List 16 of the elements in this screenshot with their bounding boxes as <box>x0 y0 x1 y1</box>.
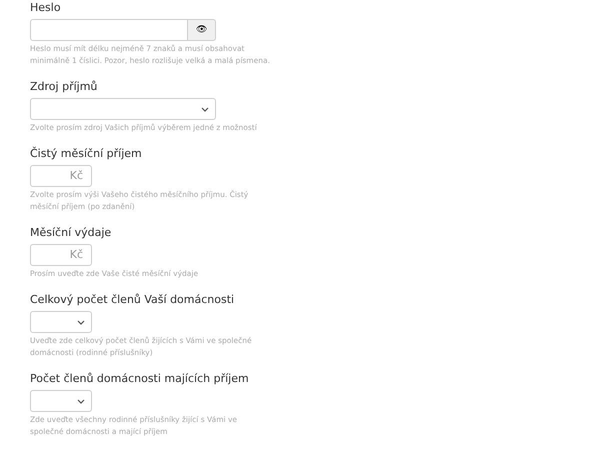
field-label: Heslo <box>30 1 62 15</box>
chevron-down-icon <box>77 398 85 404</box>
chevron-down-icon <box>201 106 209 112</box>
field-label: Celkový počet členů Vaší domácnosti <box>30 293 236 307</box>
field-label: Počet členů domácnosti majících příjem <box>30 372 250 386</box>
chevron-down-icon <box>77 320 85 324</box>
show-password-button[interactable]: 👁 <box>188 19 216 41</box>
amount-field[interactable]: Kč <box>30 244 92 266</box>
select-field[interactable] <box>30 98 216 120</box>
password-field[interactable] <box>30 19 188 41</box>
field-label: Zdroj příjmů <box>30 80 98 94</box>
field-label: Čistý měsíční příjem <box>30 147 143 161</box>
select-field[interactable] <box>30 390 92 412</box>
amount-field[interactable]: Kč <box>30 165 92 187</box>
field-label: Měsíční výdaje <box>30 226 112 240</box>
select-field[interactable] <box>30 311 92 333</box>
